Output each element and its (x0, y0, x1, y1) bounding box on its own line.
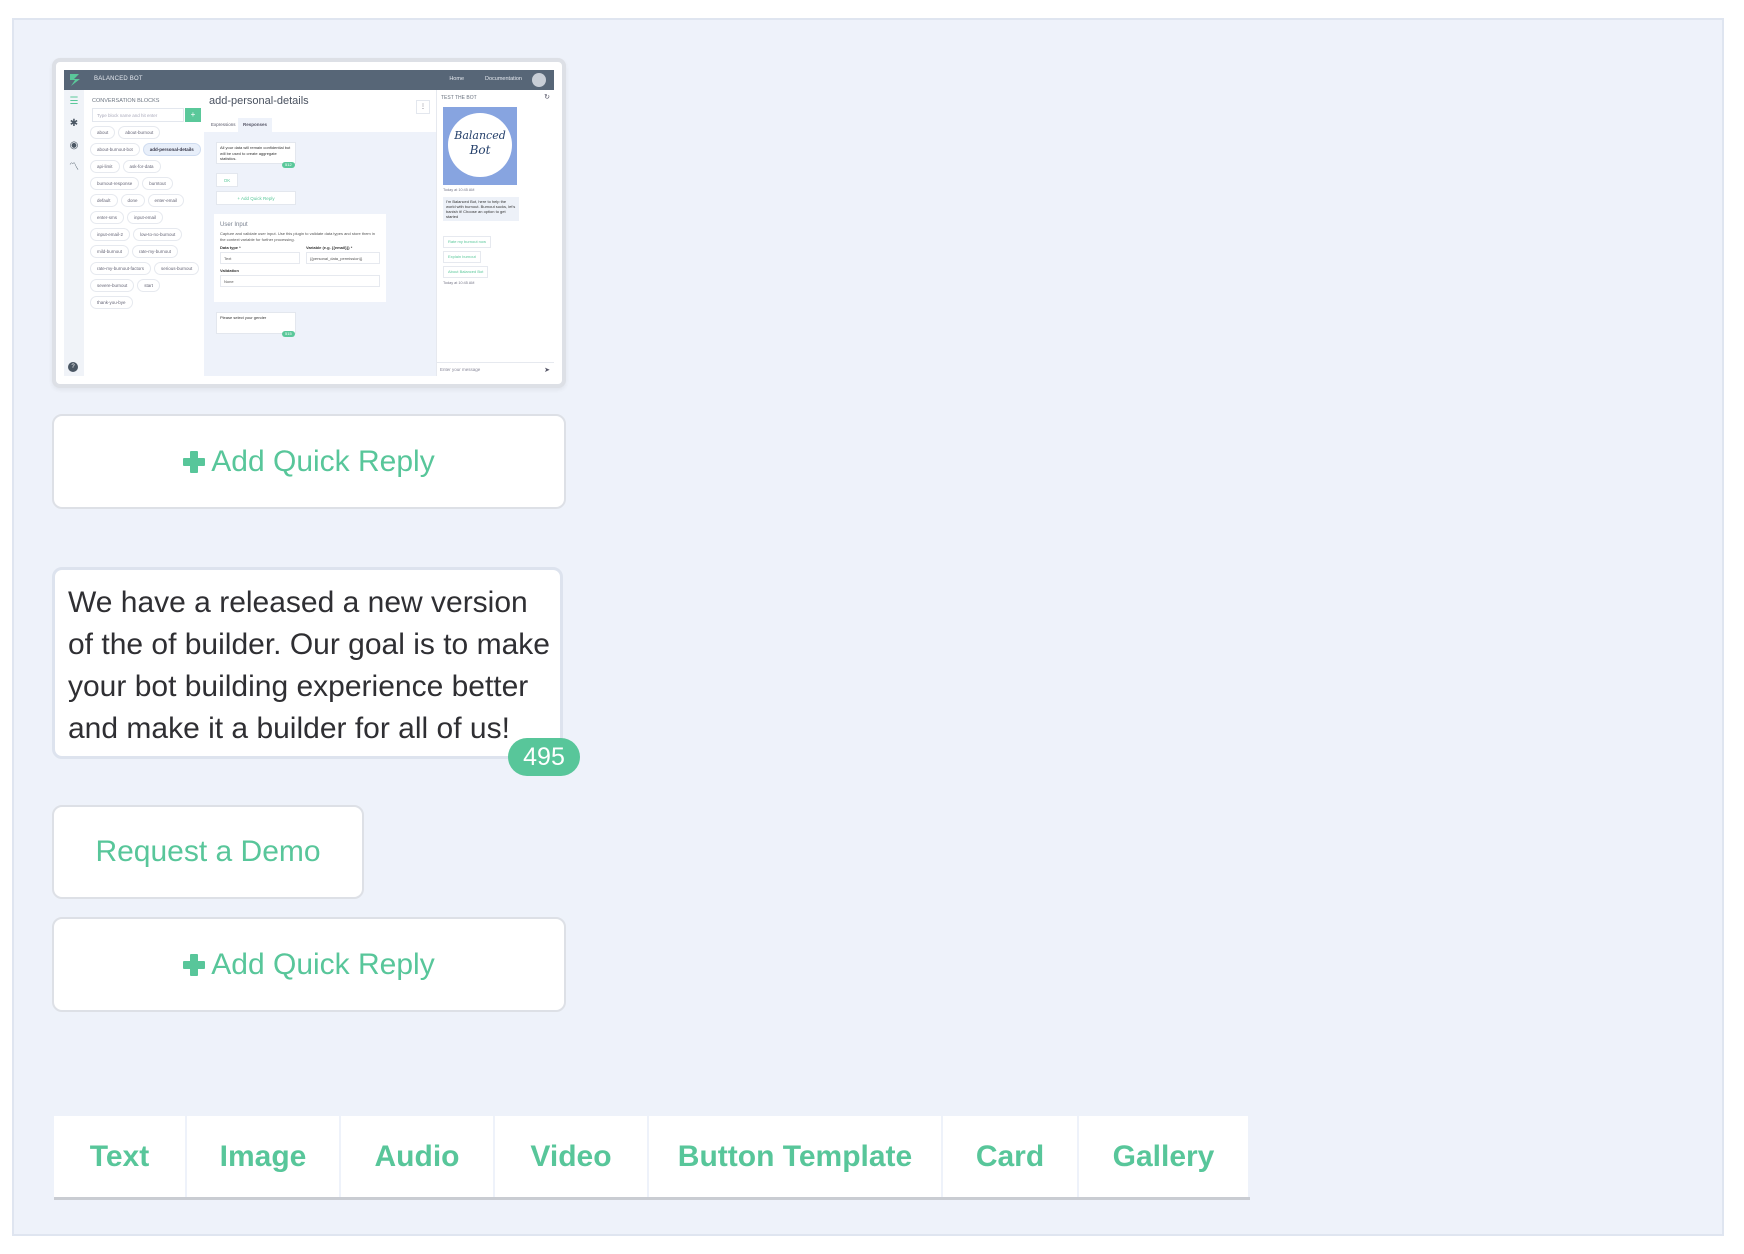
add-quick-reply-button[interactable]: Add Quick Reply (52, 414, 566, 509)
nav-home[interactable]: Home (449, 76, 464, 82)
request-demo-label: Request a Demo (95, 835, 321, 868)
block-chip[interactable]: add-personal-details (142, 143, 201, 156)
bot-image-text: Balanced (454, 129, 506, 142)
add-block-button[interactable]: + (185, 108, 201, 122)
add-quick-reply-button[interactable]: Add Quick Reply (52, 917, 566, 1012)
validation-select[interactable]: None (220, 275, 380, 287)
option-explain-burnout[interactable]: Explain burnout (443, 251, 481, 263)
block-chip[interactable]: serious-burnout (154, 262, 200, 275)
tab-gallery[interactable]: Gallery (1079, 1116, 1248, 1197)
bot-message: I'm Balanced Bot, here to help the world… (443, 197, 519, 221)
block-chip[interactable]: severe-burnout (90, 279, 135, 292)
variable-label: Variable (e.g. {{email}}) * (306, 245, 353, 250)
timestamp: Today at 10:45 AM (443, 188, 475, 192)
char-count-badge: 512 (282, 162, 295, 168)
block-chip[interactable]: mild-burnout (90, 245, 130, 258)
block-chip[interactable]: done (120, 194, 145, 207)
plugin-title: User Input (220, 222, 248, 228)
block-chip[interactable]: thank-you-bye (90, 296, 133, 309)
block-name-input[interactable]: Type block name and hit enter (92, 108, 184, 122)
block-chip[interactable]: rate-my-burnout (132, 245, 179, 258)
block-chip[interactable]: low-to-no-burnout (133, 228, 183, 241)
plus-icon (183, 450, 206, 473)
option-rate-burnout[interactable]: Rate my burnout now (443, 236, 492, 248)
panel-title: TEST THE BOT (441, 95, 477, 101)
text-response-input[interactable]: We have a released a new version of the … (52, 567, 563, 759)
block-chip[interactable]: burnout-response (90, 177, 140, 190)
conversation-blocks-panel: CONVERSATION BLOCKS Type block name and … (84, 90, 204, 376)
char-count-badge: 515 (282, 331, 295, 337)
block-chip[interactable]: about (90, 126, 116, 139)
block-chip[interactable]: burntout (142, 177, 173, 190)
tab-audio[interactable]: Audio (341, 1116, 493, 1197)
tab-expressions[interactable]: Expressions (206, 118, 241, 132)
app-header: BALANCED BOT Home Documentation (64, 70, 554, 90)
variable-input[interactable]: {{personal_data_permission}} (306, 252, 380, 264)
tab-responses[interactable]: Responses (238, 118, 273, 132)
block-title: add-personal-details (209, 95, 309, 107)
avatar[interactable] (532, 73, 546, 87)
user-input-plugin: User Input Capture and validate user inp… (214, 214, 386, 302)
block-chip[interactable]: input-email (127, 211, 164, 224)
block-chip[interactable]: default (90, 194, 118, 207)
panel-title: CONVERSATION BLOCKS (92, 98, 160, 104)
tab-card[interactable]: Card (943, 1116, 1077, 1197)
option-about-bot[interactable]: About Balanced Bot (443, 266, 489, 278)
message-input[interactable]: Enter your message (437, 362, 554, 376)
nav-documentation[interactable]: Documentation (485, 76, 522, 82)
tab-video[interactable]: Video (495, 1116, 647, 1197)
image-response-preview[interactable]: BALANCED BOT Home Documentation ☰ ✱ ◉ 〽 … (52, 58, 566, 388)
block-editor: add-personal-details ⋮ Expressions Respo… (204, 90, 436, 376)
snowflake-icon[interactable]: ✱ (68, 118, 80, 130)
refresh-icon[interactable]: ↻ (544, 93, 550, 101)
analytics-icon[interactable]: 〽 (68, 162, 80, 174)
plugin-description: Capture and validate user input. Use thi… (220, 231, 375, 242)
logo-icon (70, 74, 80, 86)
block-chip[interactable]: enter-sms (90, 211, 125, 224)
block-chip[interactable]: start (137, 279, 161, 292)
plugin-icon[interactable]: ◉ (68, 140, 80, 152)
block-chip[interactable]: enter-email (147, 194, 185, 207)
response-type-tabs: Text Image Audio Video Button Template C… (54, 1116, 1250, 1200)
response-bubble[interactable]: All your data will remain confidential b… (216, 142, 296, 164)
block-chip[interactable]: api-limit (90, 160, 120, 173)
block-list: about about-burnout about-burnout-bot add-p… (90, 126, 202, 309)
validation-label: Validation (220, 268, 239, 273)
tab-text[interactable]: Text (54, 1116, 185, 1197)
data-type-select[interactable]: Text (220, 252, 300, 264)
add-quick-reply-label: Add Quick Reply (211, 444, 435, 478)
app-brand: BALANCED BOT (94, 76, 143, 82)
icon-rail: ☰ ✱ ◉ 〽 ? (64, 90, 84, 376)
bot-image: Balanced Bot (443, 107, 517, 185)
block-chip[interactable]: about-burnout (118, 126, 161, 139)
test-bot-panel: TEST THE BOT ↻ Balanced Bot Today at 10:… (436, 90, 554, 376)
bot-image-text: Bot (469, 143, 491, 157)
send-icon[interactable]: ➤ (544, 366, 550, 374)
quick-reply-ok[interactable]: OK (216, 173, 238, 187)
request-demo-button[interactable]: Request a Demo (52, 805, 364, 899)
add-quick-reply-label: Add Quick Reply (211, 947, 435, 981)
block-chip[interactable]: about-burnout-bot (90, 143, 140, 156)
block-chip[interactable]: ask-for-data (122, 160, 161, 173)
timestamp: Today at 10:45 AM (443, 281, 475, 285)
tab-button-template[interactable]: Button Template (649, 1116, 941, 1197)
plus-icon (183, 953, 206, 976)
more-menu-icon[interactable]: ⋮ (416, 100, 430, 114)
tab-image[interactable]: Image (187, 1116, 339, 1197)
block-chip[interactable]: rate-my-burnout-factors (90, 262, 152, 275)
block-chip[interactable]: input-email-2 (90, 228, 131, 241)
help-icon[interactable]: ? (68, 362, 78, 372)
remaining-characters-badge: 495 (508, 738, 580, 776)
add-quick-reply-small[interactable]: + Add Quick Reply (216, 191, 296, 205)
blocks-icon[interactable]: ☰ (68, 96, 80, 108)
data-type-label: Data type * (220, 245, 241, 250)
